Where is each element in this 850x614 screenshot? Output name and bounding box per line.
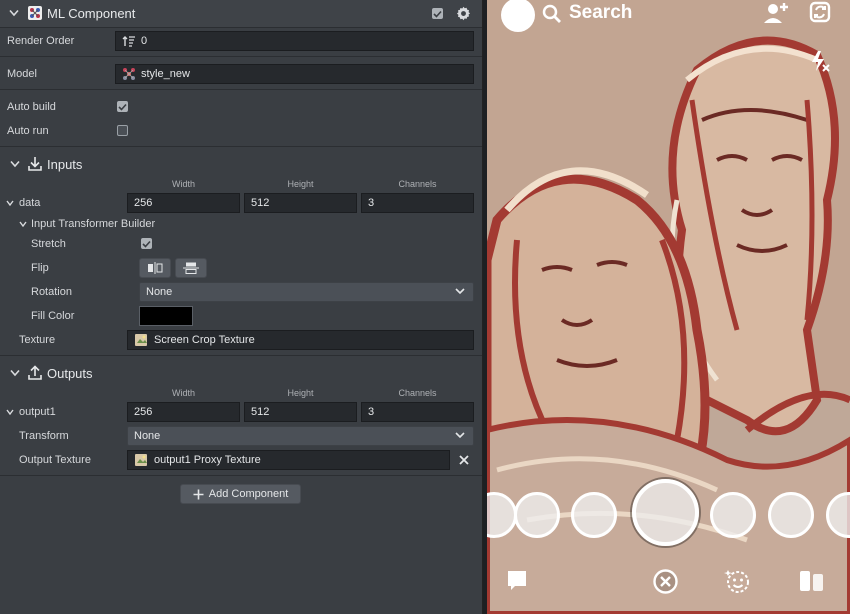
- gear-icon[interactable]: [456, 6, 471, 21]
- data-height-field[interactable]: 512: [244, 193, 357, 213]
- collapse-chevron-icon[interactable]: [9, 9, 19, 17]
- output1-width-field[interactable]: 256: [127, 402, 240, 422]
- rotation-value: None: [146, 286, 173, 298]
- stories-icon[interactable]: [799, 569, 825, 593]
- explore-lenses-icon[interactable]: [724, 567, 752, 595]
- lens-option[interactable]: [571, 492, 617, 538]
- output1-height-field[interactable]: 512: [244, 402, 357, 422]
- output-texture-value: output1 Proxy Texture: [154, 454, 261, 466]
- divider: [0, 56, 482, 57]
- output1-channels-field[interactable]: 3: [361, 402, 474, 422]
- flip-label: Flip: [31, 262, 49, 274]
- plus-icon: [193, 489, 204, 499]
- outputs-collapse-chevron-icon[interactable]: [10, 369, 20, 377]
- model-value: style_new: [141, 68, 190, 80]
- component-header: ML Component: [0, 0, 482, 28]
- clear-texture-icon[interactable]: [459, 455, 469, 465]
- flip-horizontal-button[interactable]: [139, 258, 171, 278]
- auto-run-label: Auto run: [7, 125, 49, 137]
- search-label[interactable]: Search: [569, 2, 632, 24]
- sort-order-icon: [122, 36, 135, 47]
- fill-color-label: Fill Color: [31, 310, 75, 322]
- render-order-field[interactable]: 0: [115, 31, 474, 51]
- transformer-label: Input Transformer Builder: [31, 218, 156, 230]
- divider: [0, 146, 482, 147]
- model-field[interactable]: style_new: [115, 64, 474, 84]
- output-texture-label: Output Texture: [19, 454, 91, 466]
- ml-component-icon: [28, 6, 42, 20]
- flip-vertical-button[interactable]: [175, 258, 207, 278]
- add-component-button[interactable]: Add Component: [180, 484, 301, 504]
- transformer-collapse-chevron-icon[interactable]: [19, 221, 27, 227]
- render-order-label: Render Order: [7, 35, 75, 47]
- inputs-collapse-chevron-icon[interactable]: [10, 160, 20, 168]
- camera-preview: Search: [487, 0, 850, 614]
- transform-label: Transform: [19, 430, 69, 442]
- output1-collapse-chevron-icon[interactable]: [6, 409, 14, 415]
- add-component-label: Add Component: [208, 488, 289, 500]
- proxy-texture-icon: [135, 454, 147, 466]
- download-arrow-icon: [28, 157, 42, 171]
- flip-horizontal-icon: [148, 262, 163, 274]
- texture-field[interactable]: Screen Crop Texture: [127, 330, 474, 350]
- capture-button[interactable]: [632, 479, 699, 546]
- col-header-width: Width: [171, 179, 195, 189]
- data-collapse-chevron-icon[interactable]: [6, 200, 14, 206]
- component-title: ML Component: [47, 6, 136, 21]
- output-texture-field[interactable]: output1 Proxy Texture: [127, 450, 450, 470]
- data-input-label: data: [19, 197, 41, 209]
- texture-value: Screen Crop Texture: [154, 334, 255, 346]
- texture-label: Texture: [19, 334, 56, 346]
- auto-build-checkbox[interactable]: [117, 101, 128, 112]
- outputs-section-title: Outputs: [47, 366, 93, 381]
- screen-crop-texture-icon: [135, 334, 147, 346]
- output1-label: output1: [19, 406, 56, 418]
- data-channels-field[interactable]: 3: [361, 193, 474, 213]
- chevron-down-icon: [455, 288, 465, 295]
- col-header-channels: Channels: [398, 179, 437, 189]
- flip-vertical-icon: [183, 262, 199, 274]
- fill-color-swatch[interactable]: [139, 306, 193, 326]
- model-label: Model: [7, 68, 37, 80]
- ml-model-icon: [123, 68, 135, 80]
- data-width-field[interactable]: 256: [127, 193, 240, 213]
- add-friend-icon[interactable]: [763, 1, 789, 25]
- col-header-height: Height: [287, 179, 314, 189]
- col-header-width: Width: [171, 388, 195, 398]
- upload-arrow-icon: [28, 365, 42, 380]
- lens-option[interactable]: [514, 492, 560, 538]
- stretch-label: Stretch: [31, 238, 66, 250]
- transform-select[interactable]: None: [127, 426, 474, 446]
- transform-value: None: [134, 430, 161, 442]
- rotation-label: Rotation: [31, 286, 72, 298]
- inputs-section-title: Inputs: [47, 157, 83, 172]
- stretch-checkbox[interactable]: [141, 238, 152, 249]
- chevron-down-icon: [455, 432, 465, 439]
- close-lens-icon[interactable]: [653, 569, 678, 594]
- flip-camera-icon[interactable]: [809, 0, 831, 24]
- col-header-height: Height: [287, 388, 314, 398]
- divider: [0, 89, 482, 90]
- rotation-select[interactable]: None: [139, 282, 474, 302]
- col-header-channels: Channels: [398, 388, 437, 398]
- divider: [0, 355, 482, 356]
- auto-run-checkbox[interactable]: [117, 125, 128, 136]
- auto-build-label: Auto build: [7, 101, 56, 113]
- flash-off-icon[interactable]: [809, 50, 831, 72]
- search-icon[interactable]: [542, 4, 562, 24]
- divider: [0, 475, 482, 476]
- inspector-panel: ML Component Render Order 0 Model style_…: [0, 0, 483, 614]
- component-enabled-checkbox[interactable]: [432, 8, 443, 19]
- render-order-value: 0: [141, 35, 148, 47]
- lens-option[interactable]: [710, 492, 756, 538]
- lens-option[interactable]: [768, 492, 814, 538]
- chat-icon[interactable]: [506, 569, 528, 591]
